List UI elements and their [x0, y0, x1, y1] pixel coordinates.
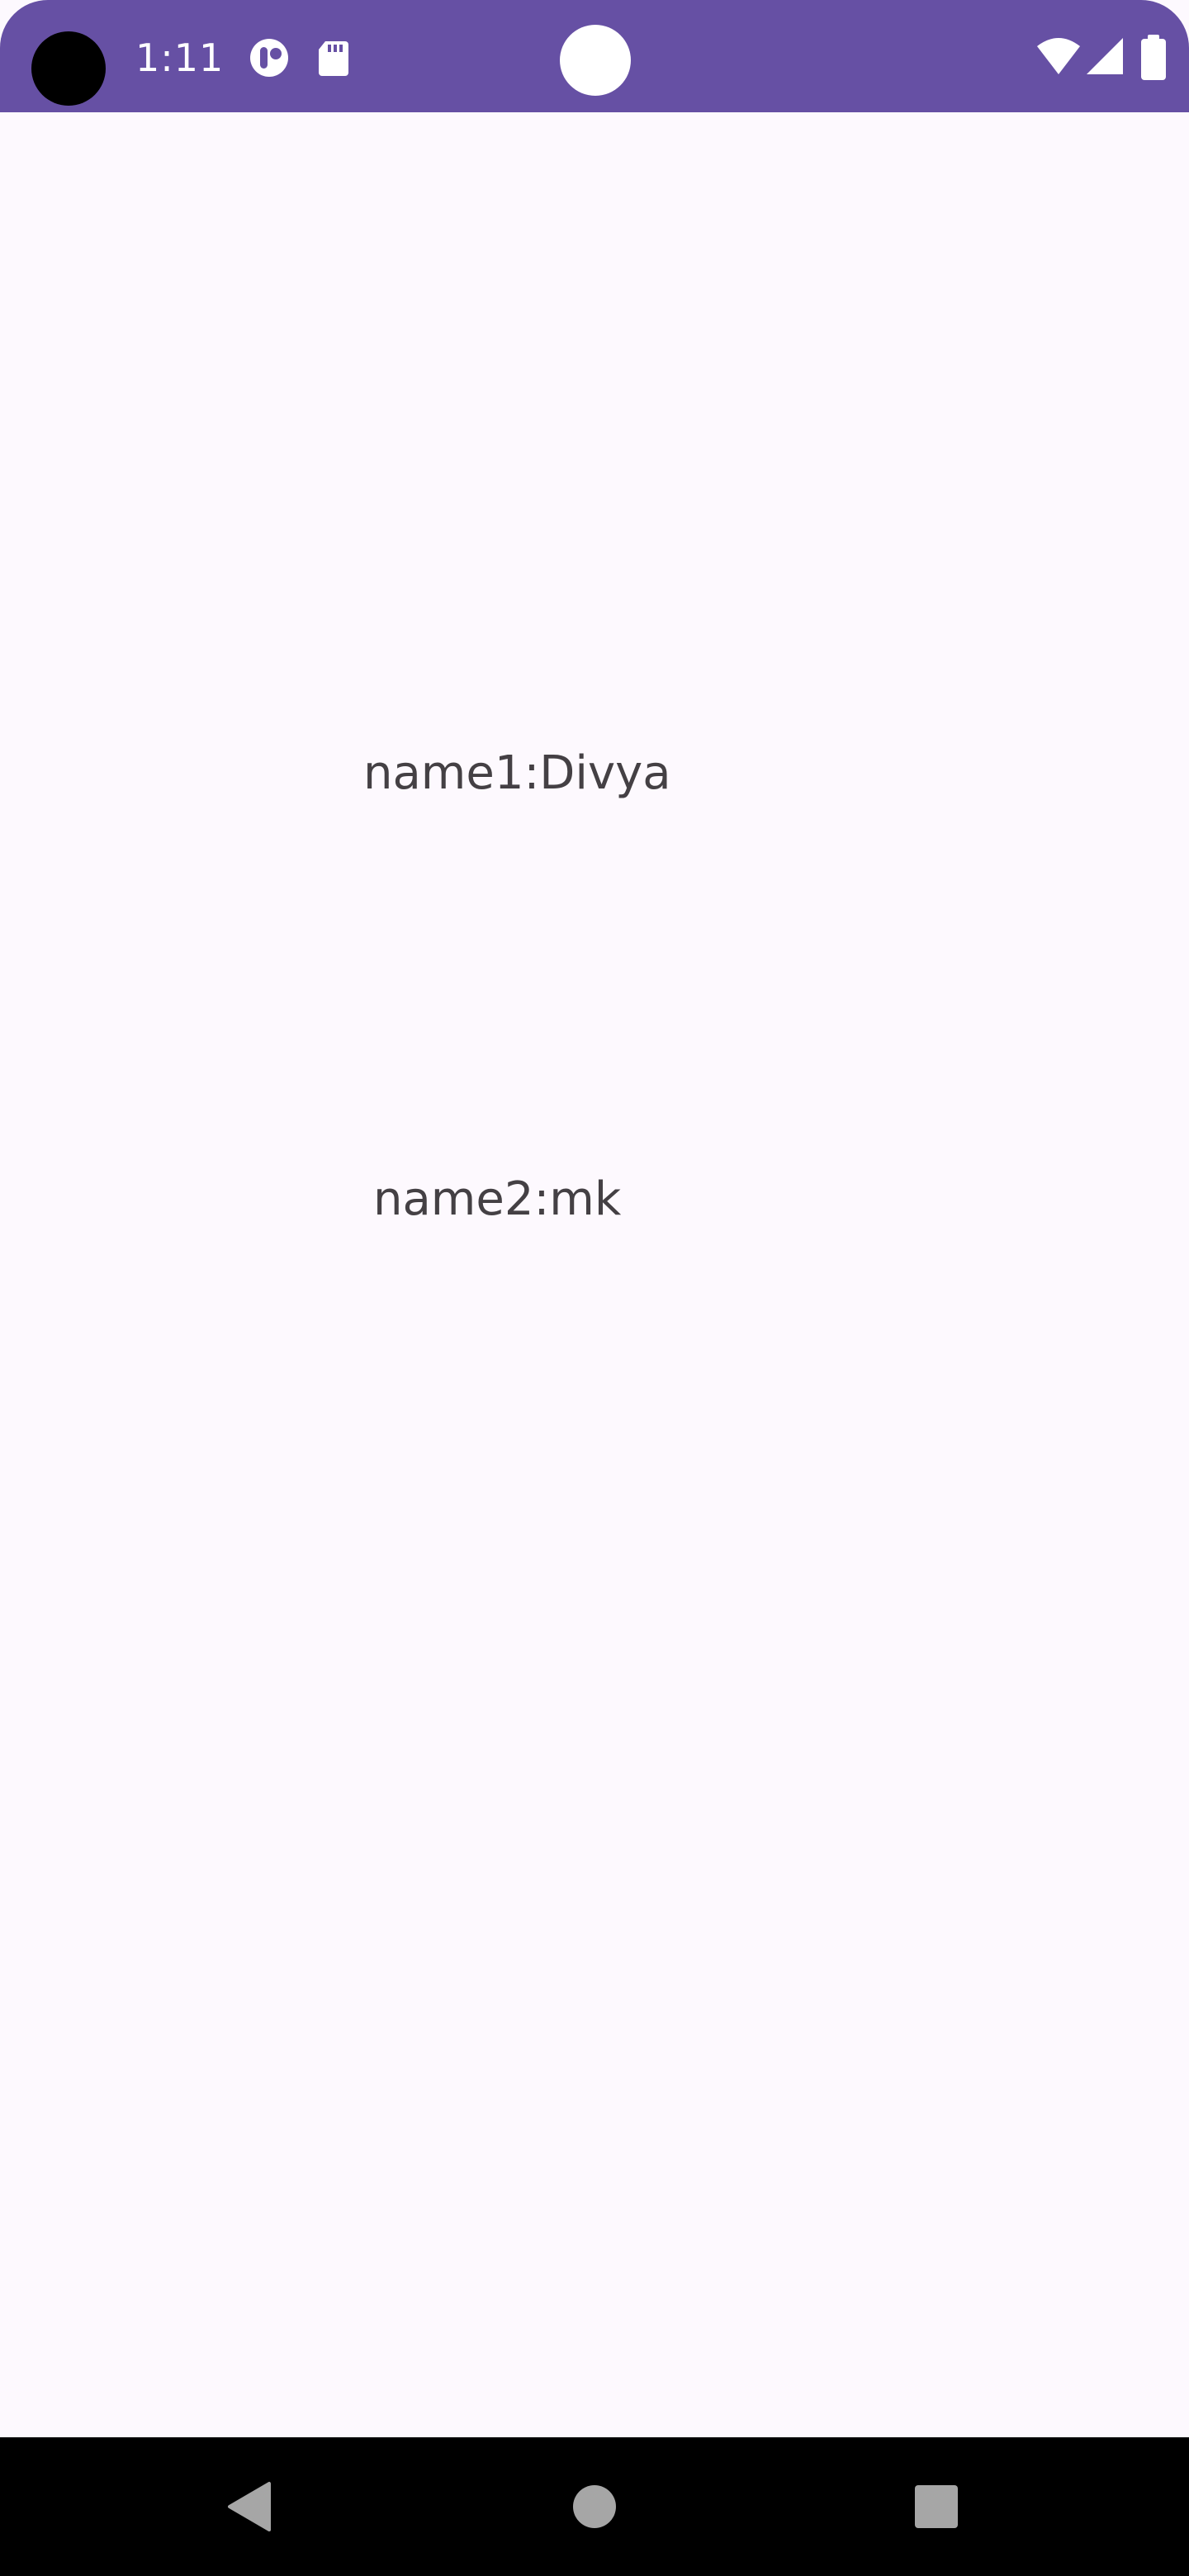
- navigation-bar: [0, 2437, 1189, 2576]
- name2-label: name2:mk: [373, 1172, 622, 1226]
- home-icon: [573, 2485, 616, 2528]
- name1-label: name1:Divya: [363, 746, 671, 800]
- sd-card-icon: [312, 36, 355, 79]
- wifi-icon: [1035, 35, 1082, 81]
- cellular-signal-icon: [1085, 35, 1125, 81]
- front-camera-cutout: [31, 31, 106, 106]
- recents-icon: [915, 2485, 958, 2528]
- privacy-indicator-icon: [248, 36, 291, 79]
- status-time: 1:11: [135, 36, 225, 80]
- status-bar: 1:11: [0, 0, 1189, 112]
- app-screen: 1:11 name1:Divya name2:mk: [0, 0, 1189, 2576]
- recents-button[interactable]: [862, 2437, 1011, 2576]
- main-content: name1:Divya name2:mk: [0, 112, 1189, 2437]
- status-dot-indicator: [560, 25, 631, 96]
- home-button[interactable]: [520, 2437, 669, 2576]
- battery-icon: [1139, 35, 1168, 84]
- back-icon: [228, 2482, 271, 2531]
- back-button[interactable]: [175, 2437, 324, 2576]
